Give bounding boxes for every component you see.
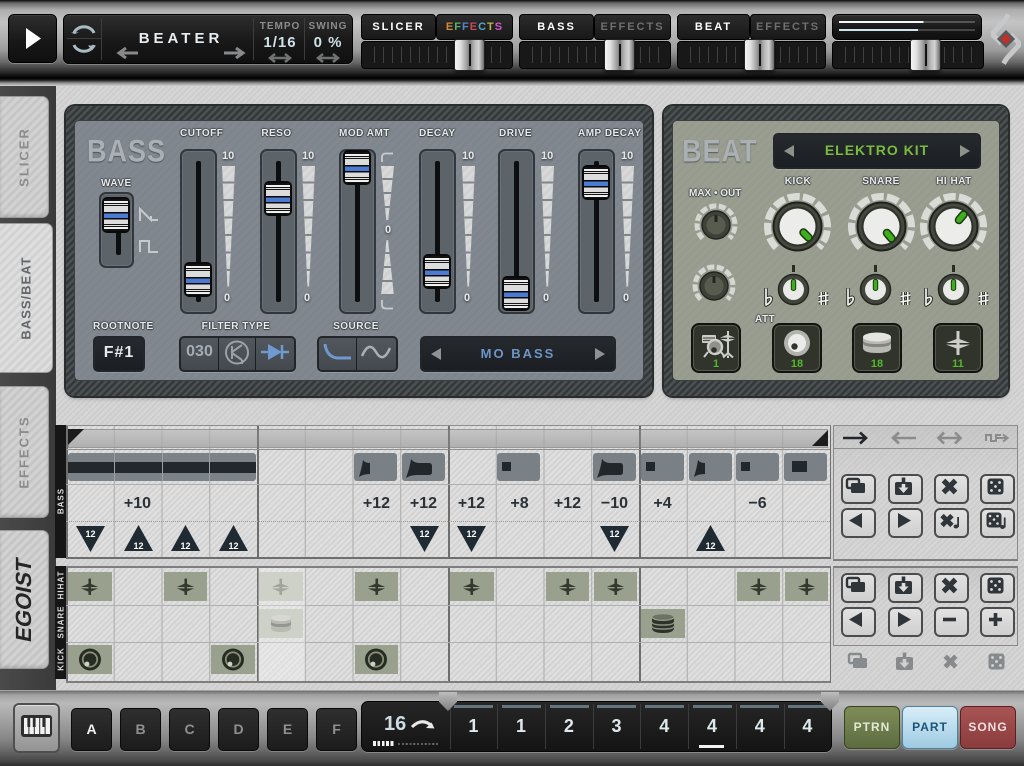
svg-text:12: 12 [705,541,715,551]
svg-text:12: 12 [133,541,143,551]
svg-text:12: 12 [228,541,238,551]
svg-text:12: 12 [466,529,476,539]
svg-text:12: 12 [419,529,429,539]
svg-text:12: 12 [609,529,619,539]
svg-text:12: 12 [85,529,95,539]
svg-text:12: 12 [180,541,190,551]
